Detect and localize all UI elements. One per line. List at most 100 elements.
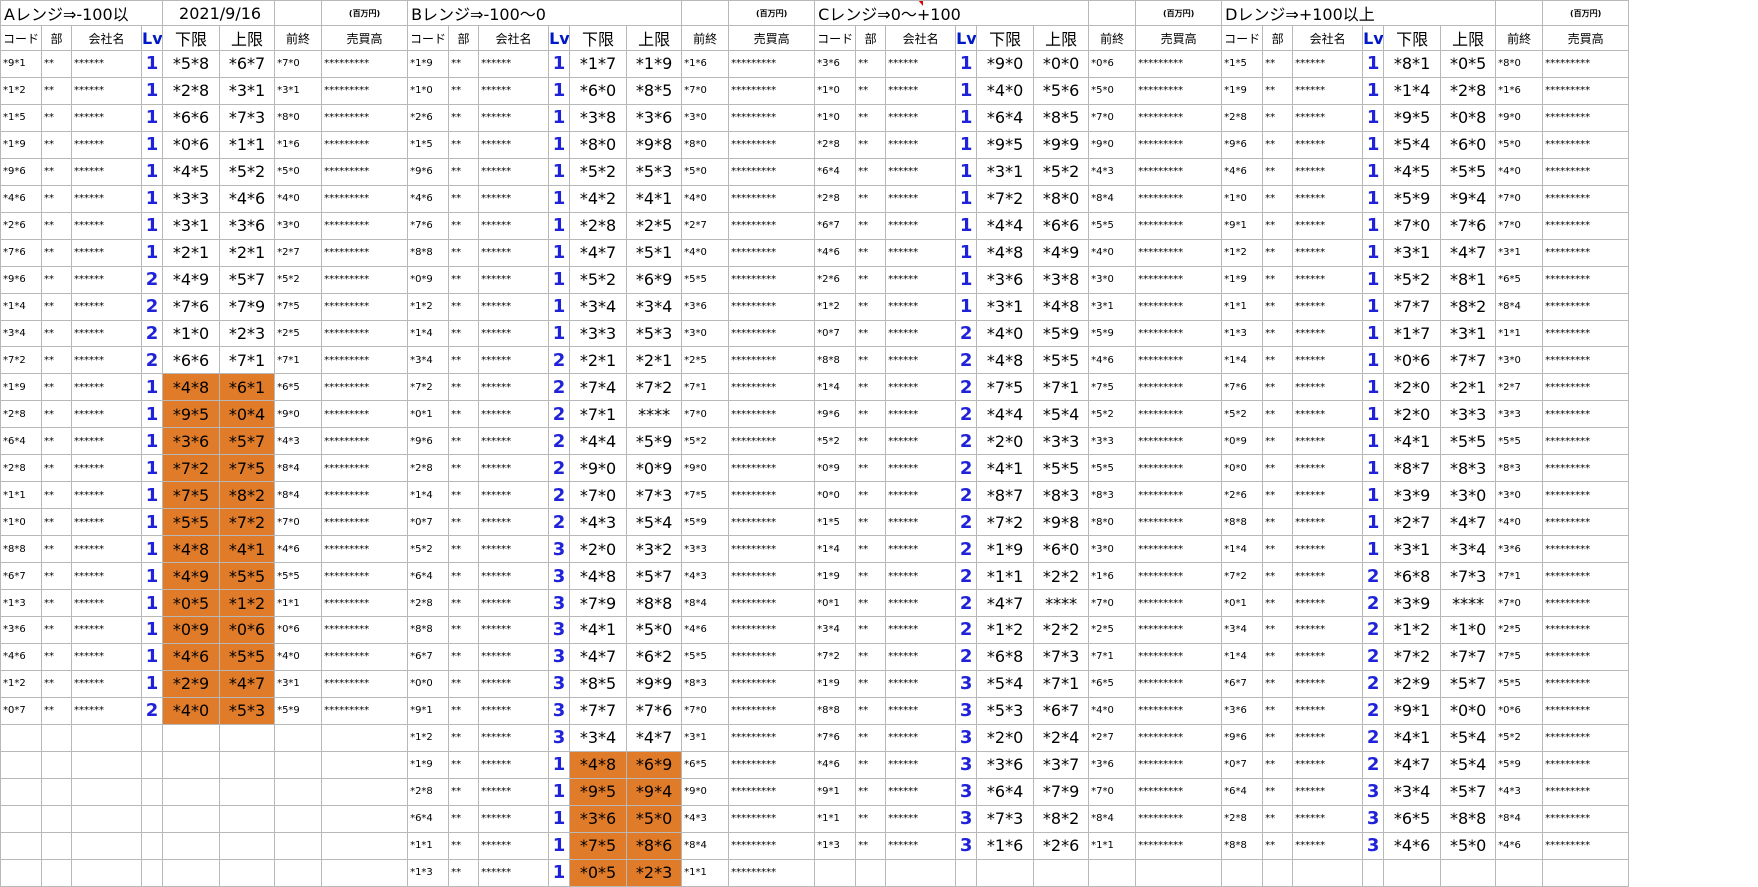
cell-lv: 3 [548, 642, 571, 671]
cell-volume: ********* [728, 508, 816, 537]
cell-dept: ** [448, 319, 480, 348]
cell-company: ****** [1292, 777, 1364, 806]
cell-prev-close: *7*1 [1495, 562, 1544, 591]
cell-prev-close: *7*0 [1495, 184, 1544, 213]
cell-lower: *3*1 [1383, 238, 1442, 267]
cell-volume: ********* [728, 777, 816, 806]
col-header-code: コード [1221, 25, 1264, 51]
cell-code [0, 804, 42, 833]
cell-prev-close: *8*4 [274, 481, 323, 510]
cell-lower: *4*4 [569, 427, 628, 456]
cell-lv: 2 [548, 481, 571, 510]
cell-lower: *4*0 [162, 696, 221, 725]
cell-lv: 1 [140, 103, 164, 132]
cell-lower: *7*1 [569, 400, 628, 429]
cell-upper: *7*1 [219, 346, 276, 375]
cell-lv: 1 [955, 50, 978, 78]
cell-upper: *8*2 [1440, 292, 1497, 321]
cell-lower [1383, 858, 1442, 887]
cell-dept: ** [1262, 211, 1294, 240]
cell-code: *0*1 [407, 400, 450, 429]
cell-volume: ********* [1542, 373, 1630, 402]
cell-lower: *1*1 [976, 562, 1035, 591]
section-title-c: Cレンジ⇒0～+100 [814, 0, 1090, 26]
cell-upper: *0*9 [626, 454, 683, 483]
cell-prev-close [1495, 858, 1544, 887]
cell-upper: **** [1440, 589, 1497, 618]
cell-volume: ********* [321, 130, 409, 159]
col-header-code: コード [407, 25, 450, 51]
cell-lv: 1 [1362, 454, 1385, 483]
cell-lv: 1 [955, 76, 978, 105]
cell-prev-close: *8*4 [1088, 804, 1137, 833]
cell-lv [140, 723, 164, 752]
cell-lower: *4*8 [162, 373, 221, 402]
cell-dept: ** [1262, 346, 1294, 375]
cell-lower: *3*6 [976, 265, 1035, 294]
col-header-prev-close: 前終 [1495, 25, 1544, 51]
cell-lv: 3 [548, 535, 571, 564]
cell-code: *1*9 [1221, 265, 1264, 294]
cell-volume: ********* [321, 50, 409, 78]
cell-upper: *5*4 [1033, 400, 1090, 429]
cell-lower: *4*0 [976, 319, 1035, 348]
cell-dept: ** [41, 103, 72, 132]
cell-code: *1*2 [0, 76, 42, 105]
col-header-dept: 部 [41, 25, 72, 51]
cell-upper: *4*7 [626, 723, 683, 752]
cell-prev-close: *5*5 [681, 265, 730, 294]
cell-code: *2*8 [0, 400, 42, 429]
cell-lv: 3 [955, 804, 978, 833]
cell-dept [41, 858, 72, 887]
cell-code: *2*8 [1221, 103, 1264, 132]
cell-dept: ** [41, 76, 72, 105]
table-row: *9*6 ** ****** 1 *4*5 *5*2 *5*0 ********* *9*6 **… [0, 157, 1630, 186]
cell-company: ****** [71, 157, 142, 186]
cell-lv: 2 [955, 562, 978, 591]
cell-code: *2*8 [814, 184, 857, 213]
cell-dept: ** [855, 750, 887, 779]
cell-prev-close: *5*0 [1495, 130, 1544, 159]
cell-company: ****** [478, 562, 550, 591]
cell-lower: *7*2 [1383, 642, 1442, 671]
cell-company: ****** [71, 103, 142, 132]
cell-lv: 2 [955, 508, 978, 537]
cell-lower: *0*6 [162, 130, 221, 159]
cell-company: ****** [1292, 157, 1364, 186]
cell-lower: *3*4 [569, 292, 628, 321]
cell-upper: *8*3 [1440, 454, 1497, 483]
cell-dept: ** [855, 616, 887, 644]
cell-company: ****** [885, 103, 957, 132]
cell-prev-close: *1*1 [1495, 319, 1544, 348]
cell-code: *9*6 [407, 427, 450, 456]
cell-volume: ********* [321, 669, 409, 698]
cell-upper [219, 804, 276, 833]
col-header-volume: 売買高 [321, 25, 409, 51]
cell-upper: *5*7 [1440, 669, 1497, 698]
cell-company: ****** [885, 319, 957, 348]
cell-company: ****** [71, 211, 142, 240]
cell-dept: ** [448, 858, 480, 887]
cell-lv: 1 [140, 373, 164, 402]
cell-lv [140, 831, 164, 860]
cell-upper: *6*9 [626, 265, 683, 294]
cell-lv: 2 [1362, 750, 1385, 779]
cell-lv: 1 [548, 319, 571, 348]
cell-lower: *4*8 [976, 346, 1035, 375]
cell-prev-close: *7*0 [1495, 211, 1544, 240]
cell-dept: ** [855, 804, 887, 833]
cell-company: ****** [1292, 184, 1364, 213]
cell-lower: *4*0 [976, 76, 1035, 105]
cell-prev-close: *7*0 [1088, 589, 1137, 618]
cell-prev-close: *8*4 [274, 454, 323, 483]
cell-company: ****** [71, 238, 142, 267]
cell-code [0, 858, 42, 887]
cell-dept: ** [1262, 777, 1294, 806]
cell-lower: *4*8 [569, 750, 628, 779]
cell-volume: ********* [1542, 319, 1630, 348]
cell-lv: 2 [955, 454, 978, 483]
cell-upper: *4*7 [219, 669, 276, 698]
cell-dept: ** [855, 454, 887, 483]
cell-dept: ** [1262, 831, 1294, 860]
cell-lv: 1 [140, 184, 164, 213]
